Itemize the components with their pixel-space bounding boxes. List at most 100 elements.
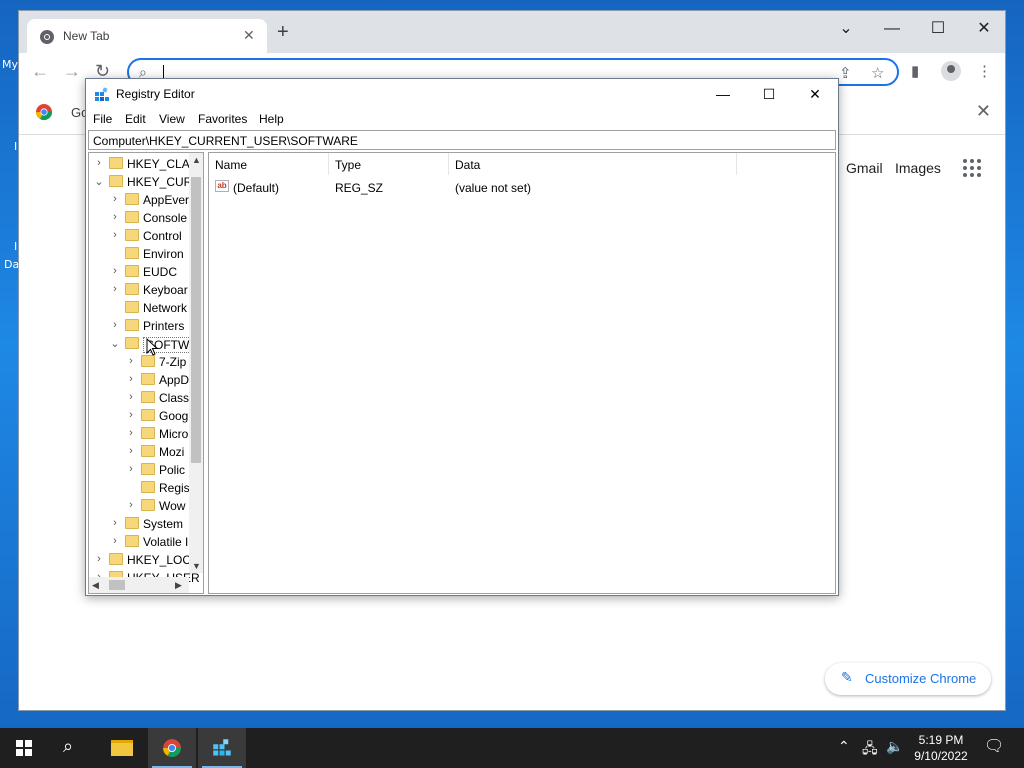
tree-item[interactable]: Regis — [89, 479, 190, 497]
tree-item-label[interactable]: Mozi — [159, 445, 184, 459]
images-link[interactable]: Images — [895, 160, 941, 176]
new-tab-button[interactable]: + — [277, 22, 289, 42]
expand-chevron-icon[interactable]: › — [109, 265, 121, 277]
tree-item[interactable]: › Micro — [89, 425, 189, 443]
tree-item[interactable]: › Mozi — [89, 443, 189, 461]
tree-item-label[interactable]: Micro — [159, 427, 188, 441]
tree-item-label[interactable]: Printers — [143, 319, 184, 333]
column-header-name[interactable]: Name — [209, 153, 329, 175]
desktop-icon-label[interactable]: Da — [4, 258, 19, 271]
tree-item[interactable]: › AppD — [89, 371, 189, 389]
side-panel-icon[interactable]: ▮ — [911, 62, 919, 80]
values-list[interactable]: Name Type Data ab (Default) REG_SZ (valu… — [208, 152, 836, 594]
tree-item-label[interactable]: AppEver — [143, 193, 189, 207]
tree-item-label[interactable]: Console — [143, 211, 187, 225]
expand-chevron-icon[interactable]: › — [125, 499, 137, 511]
menu-edit[interactable]: Edit — [125, 112, 146, 126]
google-apps-icon[interactable] — [963, 159, 981, 177]
tree-item-label[interactable]: System — [143, 517, 183, 531]
column-header-data[interactable]: Data — [449, 153, 737, 175]
tree-item-label[interactable]: Keyboar — [143, 283, 188, 297]
tree-item[interactable]: › Polic — [89, 461, 189, 479]
expand-chevron-icon[interactable]: › — [93, 553, 105, 565]
address-path[interactable]: Computer\HKEY_CURRENT_USER\SOFTWARE — [93, 134, 358, 148]
expand-chevron-icon[interactable]: › — [109, 229, 121, 241]
registry-tree[interactable]: ›HKEY_USER›HKEY_LOC/›Volatile I›System›W… — [88, 152, 204, 594]
value-name[interactable]: (Default) — [233, 181, 279, 195]
forward-icon[interactable]: → — [63, 61, 81, 82]
expand-chevron-icon[interactable]: › — [125, 445, 137, 457]
notifications-icon[interactable]: 🗨 — [984, 736, 1004, 756]
tree-item-label[interactable]: Volatile I — [143, 535, 188, 549]
tree-item-label[interactable]: Environ — [143, 247, 184, 261]
column-header-type[interactable]: Type — [329, 153, 449, 175]
expand-chevron-icon[interactable]: › — [109, 283, 121, 295]
tree-item[interactable]: › System — [89, 515, 189, 533]
menu-file[interactable]: File — [93, 112, 112, 126]
network-icon[interactable]: 🖧 — [862, 738, 878, 762]
tree-item[interactable]: › HKEY_CLAS — [89, 155, 198, 173]
tree-vertical-scrollbar[interactable]: ▲ ▼ — [189, 153, 203, 573]
tree-item[interactable]: › Console — [89, 209, 189, 227]
tree-item-label[interactable]: Control — [143, 229, 182, 243]
menu-view[interactable]: View — [159, 112, 185, 126]
scroll-up-icon[interactable]: ▲ — [192, 155, 201, 165]
tree-item-label[interactable]: AppD — [159, 373, 189, 387]
scroll-left-icon[interactable]: ◀ — [92, 580, 99, 591]
taskbar-chrome[interactable] — [148, 728, 196, 768]
menu-help[interactable]: Help — [259, 112, 284, 126]
expand-chevron-icon[interactable]: › — [109, 319, 121, 331]
scroll-right-icon[interactable]: ▶ — [175, 580, 182, 591]
tree-item-label[interactable]: Polic — [159, 463, 185, 477]
expand-chevron-icon[interactable]: › — [109, 535, 121, 547]
expand-chevron-icon[interactable]: › — [93, 157, 105, 169]
tree-item[interactable]: Environ — [89, 245, 189, 263]
tree-item-label[interactable]: HKEY_CLAS — [127, 157, 198, 171]
infobar-close-icon[interactable]: ✕ — [976, 101, 991, 122]
tree-item[interactable]: › AppEver — [89, 191, 189, 209]
system-clock[interactable]: 5:19 PM 9/10/2022 — [906, 732, 976, 764]
address-bar[interactable]: Computer\HKEY_CURRENT_USER\SOFTWARE — [88, 130, 836, 150]
tree-item-label[interactable]: Class — [159, 391, 189, 405]
expand-chevron-icon[interactable]: › — [125, 463, 137, 475]
tree-item[interactable]: › Volatile I — [89, 533, 189, 551]
tree-item[interactable]: › EUDC — [89, 263, 189, 281]
tree-item[interactable]: Network — [89, 299, 189, 317]
tree-item[interactable]: › 7-Zip — [89, 353, 189, 371]
tree-item[interactable]: › Keyboar — [89, 281, 189, 299]
start-button[interactable] — [0, 728, 48, 768]
maximize-button[interactable]: ☐ — [915, 15, 961, 45]
tree-item-label[interactable]: Goog — [159, 409, 188, 423]
tree-item-label[interactable]: Wow — [159, 499, 185, 513]
expand-chevron-icon[interactable]: › — [125, 409, 137, 421]
menu-kebab-icon[interactable]: ⋮ — [977, 62, 992, 80]
desktop-icon-label[interactable]: My — [2, 58, 18, 71]
tree-item[interactable]: › Control — [89, 227, 189, 245]
regedit-maximize-button[interactable]: ☐ — [746, 82, 792, 106]
collapse-chevron-icon[interactable]: ⌄ — [93, 175, 105, 188]
regedit-minimize-button[interactable]: — — [700, 82, 746, 106]
scroll-thumb[interactable] — [191, 177, 201, 463]
tree-item[interactable]: ⌄SOFTWARE — [89, 335, 203, 353]
gmail-link[interactable]: Gmail — [846, 160, 883, 176]
minimize-button[interactable]: — — [869, 15, 915, 45]
expand-chevron-icon[interactable]: › — [109, 517, 121, 529]
profile-avatar-icon[interactable] — [941, 61, 961, 81]
desktop-icon-label[interactable]: I — [14, 240, 17, 253]
tab-new-tab[interactable]: New Tab ✕ — [27, 19, 267, 53]
expand-chevron-icon[interactable]: › — [125, 391, 137, 403]
tree-item-label[interactable]: Network — [143, 301, 187, 315]
tree-item[interactable]: ⌄ HKEY_CURI — [89, 173, 196, 191]
tree-horizontal-scrollbar[interactable]: ◀ ▶ — [89, 577, 189, 593]
tree-item[interactable]: › Printers — [89, 317, 189, 335]
scroll-down-icon[interactable]: ▼ — [192, 561, 201, 571]
volume-icon[interactable]: 🔈 — [886, 738, 903, 755]
taskbar-file-explorer[interactable] — [98, 728, 146, 768]
tab-search-icon[interactable]: ⌄ — [823, 15, 869, 45]
tree-item-label[interactable]: HKEY_LOC/ — [127, 553, 194, 567]
expand-chevron-icon[interactable]: › — [125, 373, 137, 385]
taskbar-registry-editor[interactable] — [198, 728, 246, 768]
tree-item[interactable]: › Wow — [89, 497, 189, 515]
share-icon[interactable]: ⇪ — [839, 64, 852, 82]
bookmark-star-icon[interactable]: ☆ — [871, 64, 884, 82]
